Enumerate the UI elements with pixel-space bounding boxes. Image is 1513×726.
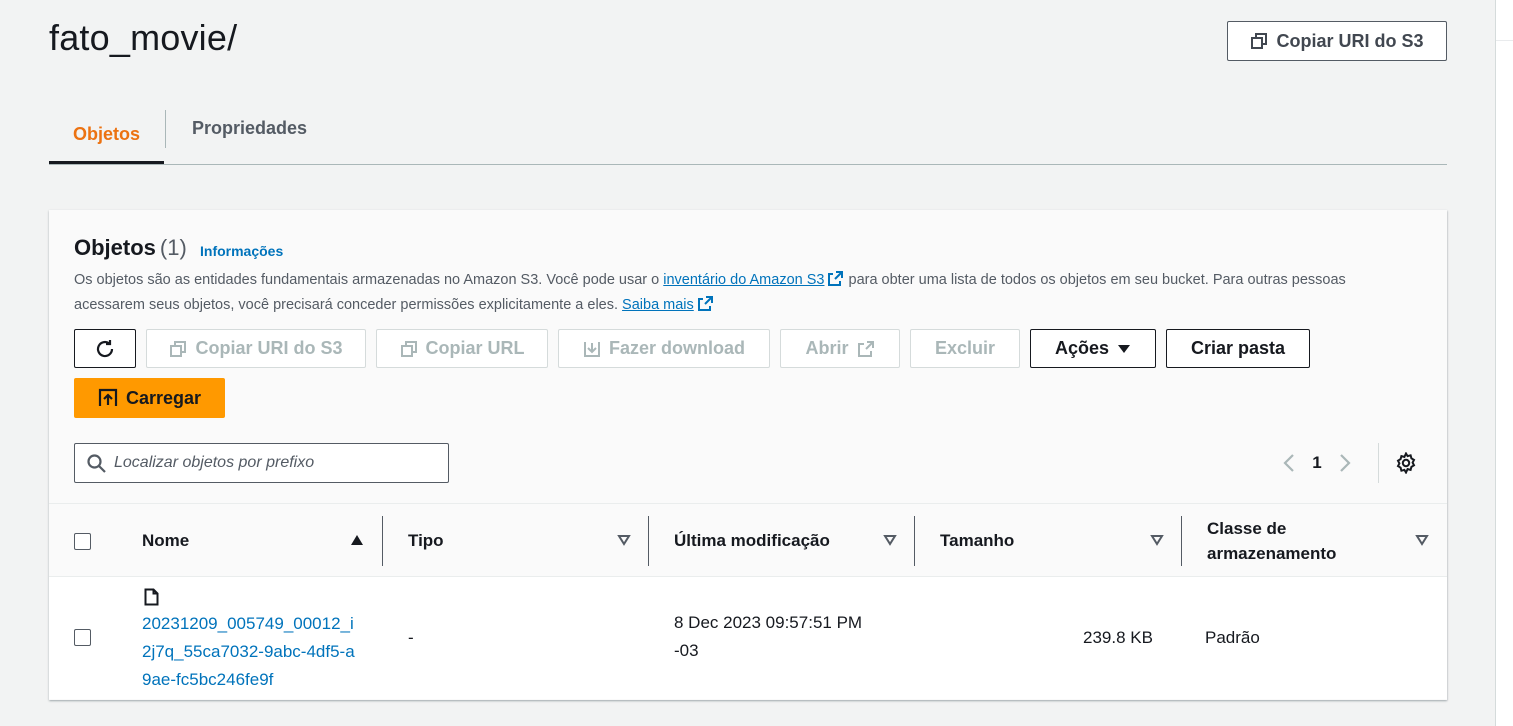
inventory-link[interactable]: inventário do Amazon S3: [663, 272, 824, 288]
table-header: Nome Tipo Última modificação Tamanho Cla…: [49, 503, 1447, 577]
right-side-panel: [1495, 0, 1513, 726]
column-divider: [914, 516, 915, 566]
copy-s3-uri-label: Copiar URI do S3: [1276, 30, 1424, 51]
external-link-icon: [857, 340, 874, 357]
column-divider: [1181, 516, 1182, 566]
delete-label: Excluir: [934, 338, 996, 358]
copy-uri-button[interactable]: Copiar URI do S3: [146, 329, 366, 368]
copy-s3-uri-button[interactable]: Copiar URI do S3: [1227, 21, 1447, 61]
table-settings-button[interactable]: [1393, 450, 1419, 476]
caret-down-icon: [1118, 344, 1131, 353]
gear-icon: [1396, 452, 1416, 474]
objects-panel: Objetos (1) Informações Os objetos são as…: [49, 210, 1447, 700]
current-page-number[interactable]: 1: [1301, 453, 1333, 473]
panel-title: Objetos (1): [74, 235, 187, 261]
tab-bar: Objetos Propriedades: [49, 108, 1447, 165]
tab-propriedades[interactable]: Propriedades: [192, 108, 307, 148]
refresh-button[interactable]: [74, 329, 136, 368]
copy-icon: [1251, 33, 1268, 49]
next-page-button[interactable]: [1333, 453, 1357, 473]
copy-url-button[interactable]: Copiar URL: [376, 329, 548, 368]
sort-ascending-icon[interactable]: [350, 534, 364, 546]
row-checkbox-cell: [74, 629, 91, 646]
column-divider: [116, 516, 117, 566]
tab-divider: [165, 110, 166, 148]
object-count: (1): [159, 235, 187, 260]
column-divider: [382, 516, 383, 566]
download-label: Fazer download: [608, 338, 745, 358]
rail-divider: [1496, 40, 1513, 41]
pager-divider: [1378, 443, 1379, 483]
external-link-icon: [697, 296, 713, 311]
copy-icon: [400, 340, 417, 357]
search-input[interactable]: [114, 454, 434, 472]
search-icon: [87, 453, 106, 473]
column-header-classe-armazenamento[interactable]: Classe de armazenamento: [1207, 504, 1377, 578]
table-row[interactable]: 20231209_005749_00012_i2j7q_55ca7032-9ab…: [49, 577, 1447, 699]
object-type: -: [408, 628, 414, 647]
column-divider: [648, 516, 649, 566]
copy-icon: [170, 340, 187, 357]
info-link[interactable]: Informações: [200, 243, 283, 259]
sort-icon[interactable]: [883, 534, 897, 546]
create-folder-button[interactable]: Criar pasta: [1166, 329, 1310, 368]
create-folder-label: Criar pasta: [1190, 338, 1286, 358]
select-all-checkbox-cell: [74, 504, 91, 578]
objects-table: Nome Tipo Última modificação Tamanho Cla…: [49, 503, 1447, 699]
search-box: [74, 443, 449, 483]
open-button[interactable]: Abrir: [780, 329, 900, 368]
copy-uri-label: Copiar URI do S3: [195, 338, 343, 358]
select-all-checkbox[interactable]: [74, 532, 91, 550]
panel-title-text: Objetos: [74, 235, 156, 260]
column-header-tamanho[interactable]: Tamanho: [940, 504, 1014, 578]
object-last-modified: 8 Dec 2023 09:57:51 PM -03: [674, 613, 863, 660]
refresh-icon: [96, 339, 114, 357]
tab-objetos[interactable]: Objetos: [49, 108, 164, 164]
column-header-tipo[interactable]: Tipo: [408, 504, 444, 578]
upload-button[interactable]: Carregar: [74, 378, 225, 418]
chevron-right-icon: [1340, 454, 1351, 472]
sort-icon[interactable]: [1150, 534, 1164, 546]
learn-more-text: Saiba mais: [622, 297, 694, 313]
download-icon: [583, 341, 600, 357]
chevron-left-icon: [1283, 454, 1294, 472]
actions-label: Ações: [1054, 338, 1110, 358]
upload-icon: [98, 388, 118, 406]
description-part1: Os objetos são as entidades fundamentais…: [74, 272, 660, 288]
sort-icon[interactable]: [1415, 534, 1429, 546]
previous-page-button[interactable]: [1277, 453, 1301, 473]
learn-more-link[interactable]: Saiba mais: [622, 297, 694, 313]
column-header-ultima-modificacao[interactable]: Última modificação: [674, 504, 830, 578]
panel-description: Os objetos são as entidades fundamentais…: [74, 268, 1414, 318]
open-label: Abrir: [805, 338, 849, 358]
download-button[interactable]: Fazer download: [558, 329, 770, 368]
page-title: fato_movie/: [49, 17, 238, 58]
object-name-link[interactable]: 20231209_005749_00012_i2j7q_55ca7032-9ab…: [142, 610, 362, 694]
object-size: 239.8 KB: [1083, 628, 1153, 647]
actions-dropdown[interactable]: Ações: [1030, 329, 1156, 368]
pagination: 1: [1277, 447, 1357, 479]
inventory-link-text: inventário do Amazon S3: [663, 272, 825, 288]
file-icon: [144, 588, 159, 606]
delete-button[interactable]: Excluir: [910, 329, 1020, 368]
column-header-nome[interactable]: Nome: [142, 504, 189, 578]
upload-label: Carregar: [125, 387, 202, 408]
external-link-icon: [828, 271, 844, 286]
object-storage-class: Padrão: [1205, 628, 1260, 647]
row-checkbox[interactable]: [74, 629, 91, 646]
sort-icon[interactable]: [617, 534, 631, 546]
copy-url-label: Copiar URL: [425, 338, 525, 358]
